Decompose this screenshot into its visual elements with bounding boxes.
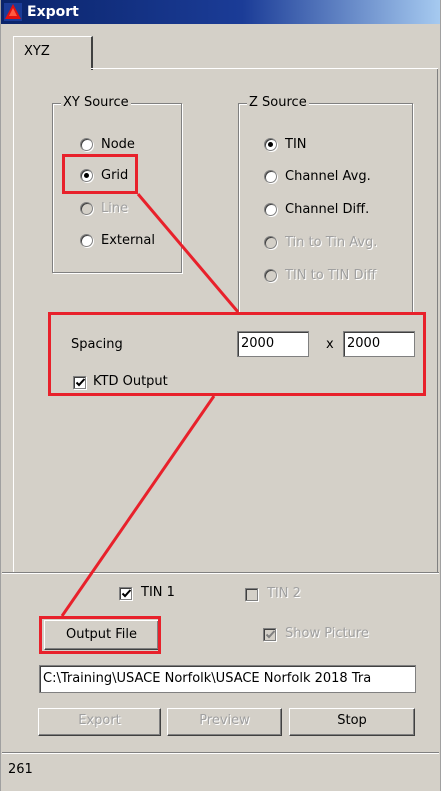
z-tin-to-tin-avg-radio bbox=[264, 236, 277, 249]
z-channel-diff-radio[interactable] bbox=[264, 203, 277, 216]
tin2-label: TIN 2 bbox=[267, 586, 301, 601]
xy-source-legend: XY Source bbox=[61, 95, 131, 111]
export-button: Export bbox=[38, 708, 161, 736]
tab-xyz[interactable]: XYZ bbox=[13, 36, 93, 70]
stop-button[interactable]: Stop bbox=[289, 708, 415, 736]
checkmark-icon bbox=[265, 630, 276, 639]
xy-node-label: Node bbox=[101, 137, 135, 152]
z-source-group: Z Source TIN Channel Avg. Channel Diff. … bbox=[238, 95, 413, 315]
xy-external-radio[interactable] bbox=[80, 234, 93, 247]
z-channel-diff-label: Channel Diff. bbox=[285, 202, 370, 217]
checkmark-icon bbox=[121, 589, 132, 598]
spacing-callout-box bbox=[48, 312, 426, 396]
app-logo-icon bbox=[4, 3, 22, 21]
z-channel-avg-radio[interactable] bbox=[264, 170, 277, 183]
z-channel-avg-label: Channel Avg. bbox=[285, 169, 371, 184]
output-file-callout-box bbox=[39, 616, 161, 654]
stop-button-label: Stop bbox=[337, 713, 367, 728]
z-tin-radio[interactable] bbox=[264, 138, 277, 151]
z-tin-to-tin-avg-label: Tin to Tin Avg. bbox=[285, 235, 378, 250]
xy-external-label: External bbox=[101, 233, 155, 248]
tin2-checkbox bbox=[245, 588, 258, 601]
preview-button-label: Preview bbox=[199, 713, 250, 728]
grid-callout-box bbox=[62, 154, 138, 194]
tin1-label: TIN 1 bbox=[141, 585, 175, 600]
window-title: Export bbox=[27, 4, 79, 20]
z-tin-label: TIN bbox=[285, 137, 307, 152]
export-button-label: Export bbox=[78, 713, 121, 728]
status-text: 261 bbox=[8, 762, 33, 777]
tin1-checkbox[interactable] bbox=[119, 587, 132, 600]
z-tin-to-tin-diff-radio bbox=[264, 269, 277, 282]
z-source-legend: Z Source bbox=[247, 95, 309, 111]
z-tin-to-tin-diff-label: TIN to TIN Diff bbox=[285, 268, 377, 283]
preview-button: Preview bbox=[167, 708, 282, 736]
lower-separator bbox=[2, 572, 439, 574]
xy-line-radio bbox=[80, 202, 93, 215]
title-bar[interactable]: Export bbox=[1, 0, 440, 24]
tab-strip: XYZ bbox=[13, 36, 438, 70]
xy-node-radio[interactable] bbox=[80, 138, 93, 151]
xy-line-label: Line bbox=[101, 201, 129, 216]
output-path-field[interactable]: C:\Training\USACE Norfolk\USACE Norfolk … bbox=[39, 665, 416, 693]
show-picture-label: Show Picture bbox=[285, 626, 369, 641]
status-bar: 261 bbox=[2, 752, 439, 790]
tab-label: XYZ bbox=[24, 44, 50, 59]
show-picture-checkbox bbox=[263, 628, 276, 641]
